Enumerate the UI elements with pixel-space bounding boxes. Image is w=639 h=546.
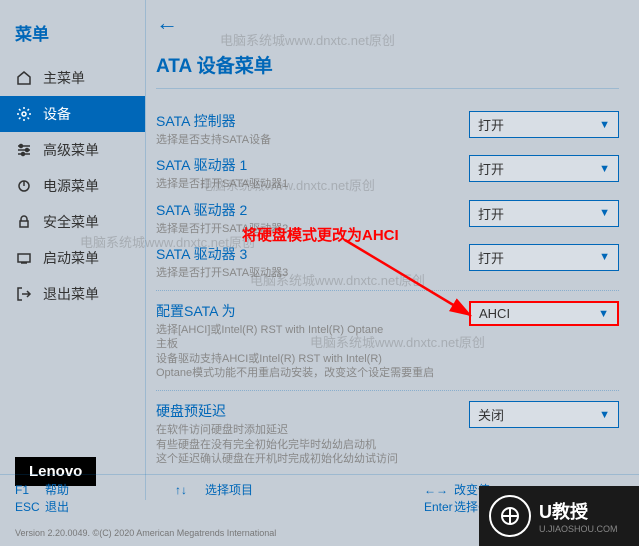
back-button[interactable]: ← — [156, 10, 178, 36]
setting-sata-drive2: SATA 驱动器 2 选择是否打开SATA驱动器2 打开 ▼ — [156, 198, 619, 238]
setting-configure-sata: 配置SATA 为 选择[AHCI]或Intel(R) RST with Inte… — [156, 299, 619, 382]
lock-icon — [15, 213, 33, 231]
ujiaoshou-icon — [489, 495, 531, 537]
page-title: ATA 设备菜单 — [156, 51, 619, 89]
chevron-down-icon: ▼ — [598, 308, 609, 320]
home-icon — [15, 69, 33, 87]
select-value: 打开 — [478, 248, 504, 267]
ujiaoshou-badge: U教授 U.JIAOSHOU.COM — [479, 486, 639, 546]
chevron-down-icon: ▼ — [599, 163, 610, 175]
sidebar-item-label: 退出菜单 — [43, 284, 99, 304]
sata-controller-select[interactable]: 打开 ▼ — [469, 111, 619, 138]
boot-icon — [15, 249, 33, 267]
setting-sata-drive1: SATA 驱动器 1 选择是否打开SATA驱动器1 打开 ▼ — [156, 153, 619, 193]
sidebar-item-label: 安全菜单 — [43, 212, 99, 232]
gear-icon — [15, 105, 33, 123]
setting-desc: 设备驱动支持AHCI或Intel(R) RST with Intel(R) — [156, 352, 469, 366]
sidebar-item-label: 启动菜单 — [43, 248, 99, 268]
setting-label: SATA 驱动器 1 — [156, 155, 469, 175]
setting-label: 配置SATA 为 — [156, 301, 469, 321]
chevron-down-icon: ▼ — [599, 409, 610, 421]
setting-desc: 选择[AHCI]或Intel(R) RST with Intel(R) Opta… — [156, 323, 469, 337]
sidebar-item-label: 电源菜单 — [43, 176, 99, 196]
sidebar-title: 菜单 — [0, 10, 145, 60]
sata-drive2-select[interactable]: 打开 ▼ — [469, 200, 619, 227]
sidebar-item-main[interactable]: 主菜单 — [0, 60, 145, 96]
setting-desc: 主板 — [156, 337, 469, 351]
setting-desc: Optane模式功能不用重启动安装，改变这个设定需要重启 — [156, 366, 469, 380]
sata-drive1-select[interactable]: 打开 ▼ — [469, 155, 619, 182]
divider — [156, 290, 619, 291]
f1-key: F1 — [15, 483, 45, 497]
sidebar-item-power[interactable]: 电源菜单 — [0, 168, 145, 204]
copyright: Version 2.20.0049. ©(C) 2020 American Me… — [15, 528, 276, 538]
select-value: 打开 — [478, 115, 504, 134]
chevron-down-icon: ▼ — [599, 119, 610, 131]
sidebar-item-label: 主菜单 — [43, 68, 85, 88]
exit-icon — [15, 285, 33, 303]
sidebar-item-security[interactable]: 安全菜单 — [0, 204, 145, 240]
f1-label: 帮助 — [45, 483, 69, 497]
select-value: 打开 — [478, 204, 504, 223]
setting-label: SATA 驱动器 3 — [156, 244, 469, 264]
hdd-predelay-select[interactable]: 关闭 ▼ — [469, 401, 619, 428]
setting-desc: 选择是否打开SATA驱动器3 — [156, 266, 469, 280]
chevron-down-icon: ▼ — [599, 251, 610, 263]
enter-key: Enter — [424, 500, 454, 514]
ujiaoshou-brand: U教授 — [539, 498, 618, 524]
sata-drive3-select[interactable]: 打开 ▼ — [469, 244, 619, 271]
chevron-down-icon: ▼ — [599, 207, 610, 219]
select-value: AHCI — [479, 306, 510, 321]
sidebar-item-advanced[interactable]: 高级菜单 — [0, 132, 145, 168]
setting-desc: 这个延迟确认硬盘在开机时完成初始化幼幼试访问 — [156, 452, 469, 466]
arrows-key: ↑↓ — [175, 483, 205, 497]
sidebar-item-exit[interactable]: 退出菜单 — [0, 276, 145, 312]
configure-sata-select[interactable]: AHCI ▼ — [469, 301, 619, 326]
select-value: 关闭 — [478, 405, 504, 424]
setting-hdd-predelay: 硬盘预延迟 在软件访问硬盘时添加延迟 有些硬盘在没有完全初始化完毕时幼幼启动机 … — [156, 399, 619, 468]
sidebar-item-label: 设备 — [43, 104, 71, 124]
lr-key: ←→ — [424, 483, 454, 497]
setting-sata-controller: SATA 控制器 选择是否支持SATA设备 打开 ▼ — [156, 109, 619, 149]
setting-label: SATA 驱动器 2 — [156, 200, 469, 220]
setting-desc: 选择是否打开SATA驱动器2 — [156, 222, 469, 236]
setting-label: 硬盘预延迟 — [156, 401, 469, 421]
sidebar: 菜单 主菜单 设备 高级菜单 电源菜单 安全菜单 启动菜单 退出菜单 — [0, 0, 145, 500]
arrows-label: 选择项目 — [205, 483, 253, 497]
select-value: 打开 — [478, 159, 504, 178]
setting-desc: 有些硬盘在没有完全初始化完毕时幼幼启动机 — [156, 438, 469, 452]
sliders-icon — [15, 141, 33, 159]
sidebar-item-label: 高级菜单 — [43, 140, 99, 160]
divider — [156, 390, 619, 391]
setting-label: SATA 控制器 — [156, 111, 469, 131]
power-icon — [15, 177, 33, 195]
setting-desc: 选择是否支持SATA设备 — [156, 133, 469, 147]
main-panel: ← ATA 设备菜单 SATA 控制器 选择是否支持SATA设备 打开 ▼ SA… — [145, 0, 639, 500]
setting-desc: 在软件访问硬盘时添加延迟 — [156, 423, 469, 437]
setting-sata-drive3: SATA 驱动器 3 选择是否打开SATA驱动器3 打开 ▼ — [156, 242, 619, 282]
esc-label: 退出 — [45, 500, 69, 514]
esc-key: ESC — [15, 500, 45, 514]
setting-desc: 选择是否打开SATA驱动器1 — [156, 177, 469, 191]
sidebar-item-device[interactable]: 设备 — [0, 96, 145, 132]
sidebar-item-boot[interactable]: 启动菜单 — [0, 240, 145, 276]
ujiaoshou-sub: U.JIAOSHOU.COM — [539, 524, 618, 534]
